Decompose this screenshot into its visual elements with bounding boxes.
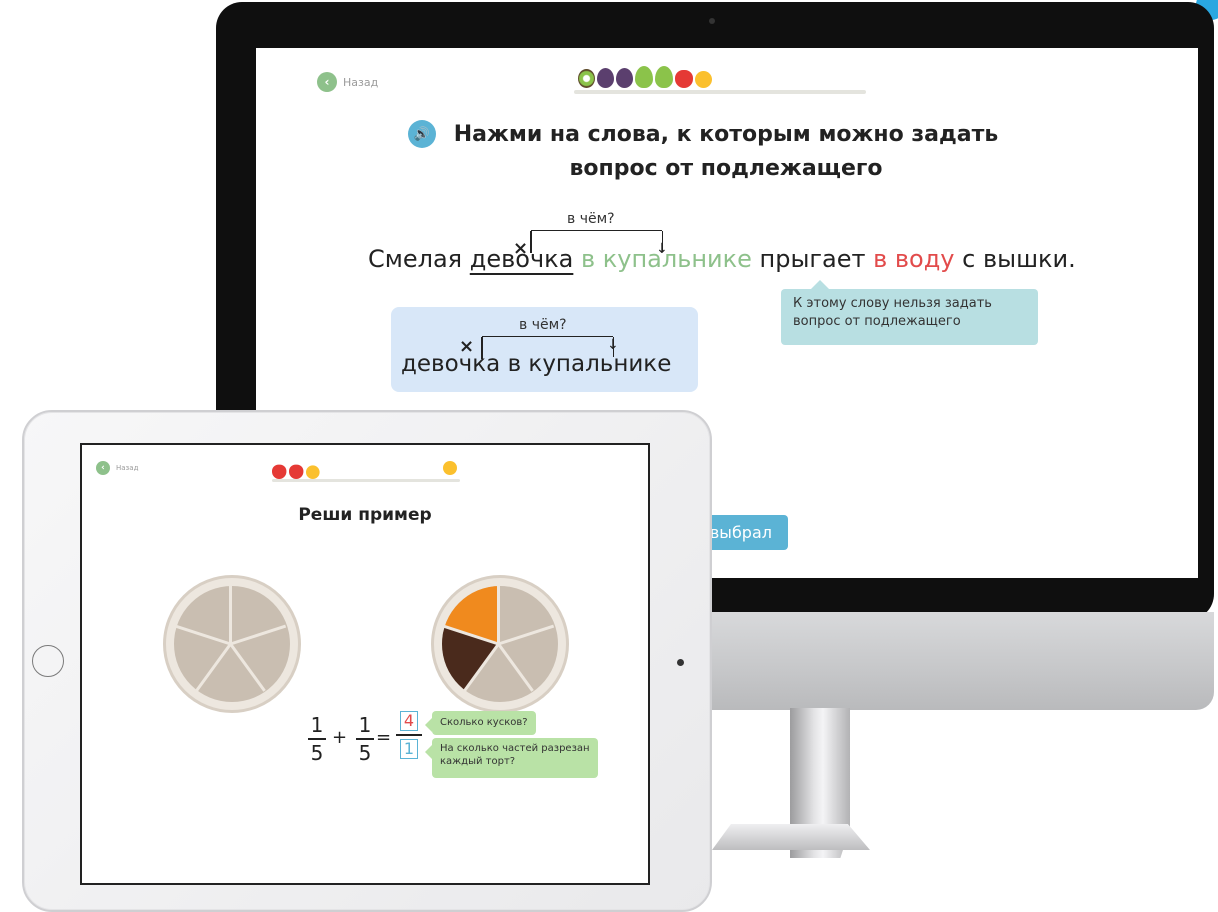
fraction-a: 1 5: [308, 713, 326, 765]
plate-divider: [229, 586, 232, 644]
goal-lemon-icon: [443, 461, 457, 475]
question-bracket: [530, 230, 663, 253]
hint-pieces: Сколько кусков?: [425, 711, 536, 735]
word-wrong[interactable]: в воду: [873, 245, 954, 273]
chevron-left-icon: ‹: [317, 72, 337, 92]
apple-icon: [675, 70, 693, 88]
plate-divider: [497, 586, 500, 644]
phrase-bracket: [481, 336, 614, 359]
word-correct[interactable]: в купальнике: [581, 245, 752, 273]
plum-icon: [616, 68, 633, 88]
fraction-b: 1 5: [356, 713, 374, 765]
progress-track: [574, 90, 866, 94]
phrase-text: девочка в купальнике: [401, 351, 672, 377]
speaker-icon[interactable]: 🔊: [408, 120, 436, 148]
back-button[interactable]: ‹ Назад: [96, 461, 138, 475]
progress-track: [272, 479, 460, 482]
answer-denominator-input[interactable]: 1: [400, 739, 418, 759]
answer-numerator-input[interactable]: 4: [400, 711, 418, 731]
pear-icon: [635, 66, 653, 88]
kiwi-icon: [578, 69, 595, 88]
progress-fruits: [578, 66, 712, 88]
plus-sign: +: [332, 727, 348, 748]
word-subject[interactable]: девочка: [470, 245, 574, 273]
equals-sign: =: [376, 727, 392, 748]
fraction-b-numerator: 1: [358, 713, 372, 737]
plum-icon: [597, 68, 614, 88]
sentence: Смелая девочка в купальнике прыгает в во…: [368, 245, 1076, 273]
monitor-camera: [709, 18, 715, 24]
tablet-camera: [677, 659, 684, 666]
hint-parts: На сколько частей разрезан каждый торт?: [425, 738, 598, 778]
task-title: Нажми на слова, к которым можно задать в…: [406, 118, 1046, 186]
arrow-down-icon: ↓: [607, 337, 619, 353]
back-label: Назад: [116, 464, 139, 472]
plate-empty: [163, 575, 301, 713]
phrase-card: в чём? ↓ × девочка в купальнике: [391, 307, 698, 392]
chose-button[interactable]: выбрал: [700, 515, 788, 550]
chevron-left-icon: ‹: [96, 461, 110, 475]
back-button[interactable]: ‹ Назад: [317, 72, 378, 92]
fraction-a-numerator: 1: [310, 713, 324, 737]
lemon-icon: [306, 465, 320, 479]
task-title-line1: Нажми на слова, к которым можно задать: [453, 122, 999, 147]
error-tooltip: К этому слову нельзя задать вопрос от по…: [781, 280, 1038, 345]
fraction-a-denominator: 5: [310, 741, 324, 765]
pear-icon: [655, 66, 673, 88]
fraction-bar: [396, 734, 422, 736]
apple-icon: [289, 464, 304, 479]
monitor-stand-base: [712, 824, 870, 850]
question-label: в чём?: [567, 211, 615, 227]
apple-icon: [272, 464, 287, 479]
back-label: Назад: [343, 75, 379, 89]
task-title: Реши пример: [298, 505, 432, 525]
lemon-icon: [695, 71, 712, 88]
progress-fruits: [272, 461, 320, 479]
fraction-b-denominator: 5: [358, 741, 372, 765]
answer-fraction: 4 1: [396, 711, 422, 759]
plate-with-cake: [431, 575, 569, 713]
task-title-line2: вопрос от подлежащего: [569, 156, 883, 181]
fraction-bar: [356, 738, 374, 740]
phrase-question-label: в чём?: [519, 317, 567, 333]
word-predicate[interactable]: прыгает: [760, 245, 866, 273]
fraction-bar: [308, 738, 326, 740]
tablet-screen: ‹ Назад Реши пример 1 5 + 1 5 = 4 1 Скол…: [80, 443, 650, 885]
word-smelaya[interactable]: Смелая: [368, 245, 462, 273]
word-last[interactable]: с вышки.: [962, 245, 1076, 273]
home-button[interactable]: [32, 645, 64, 677]
